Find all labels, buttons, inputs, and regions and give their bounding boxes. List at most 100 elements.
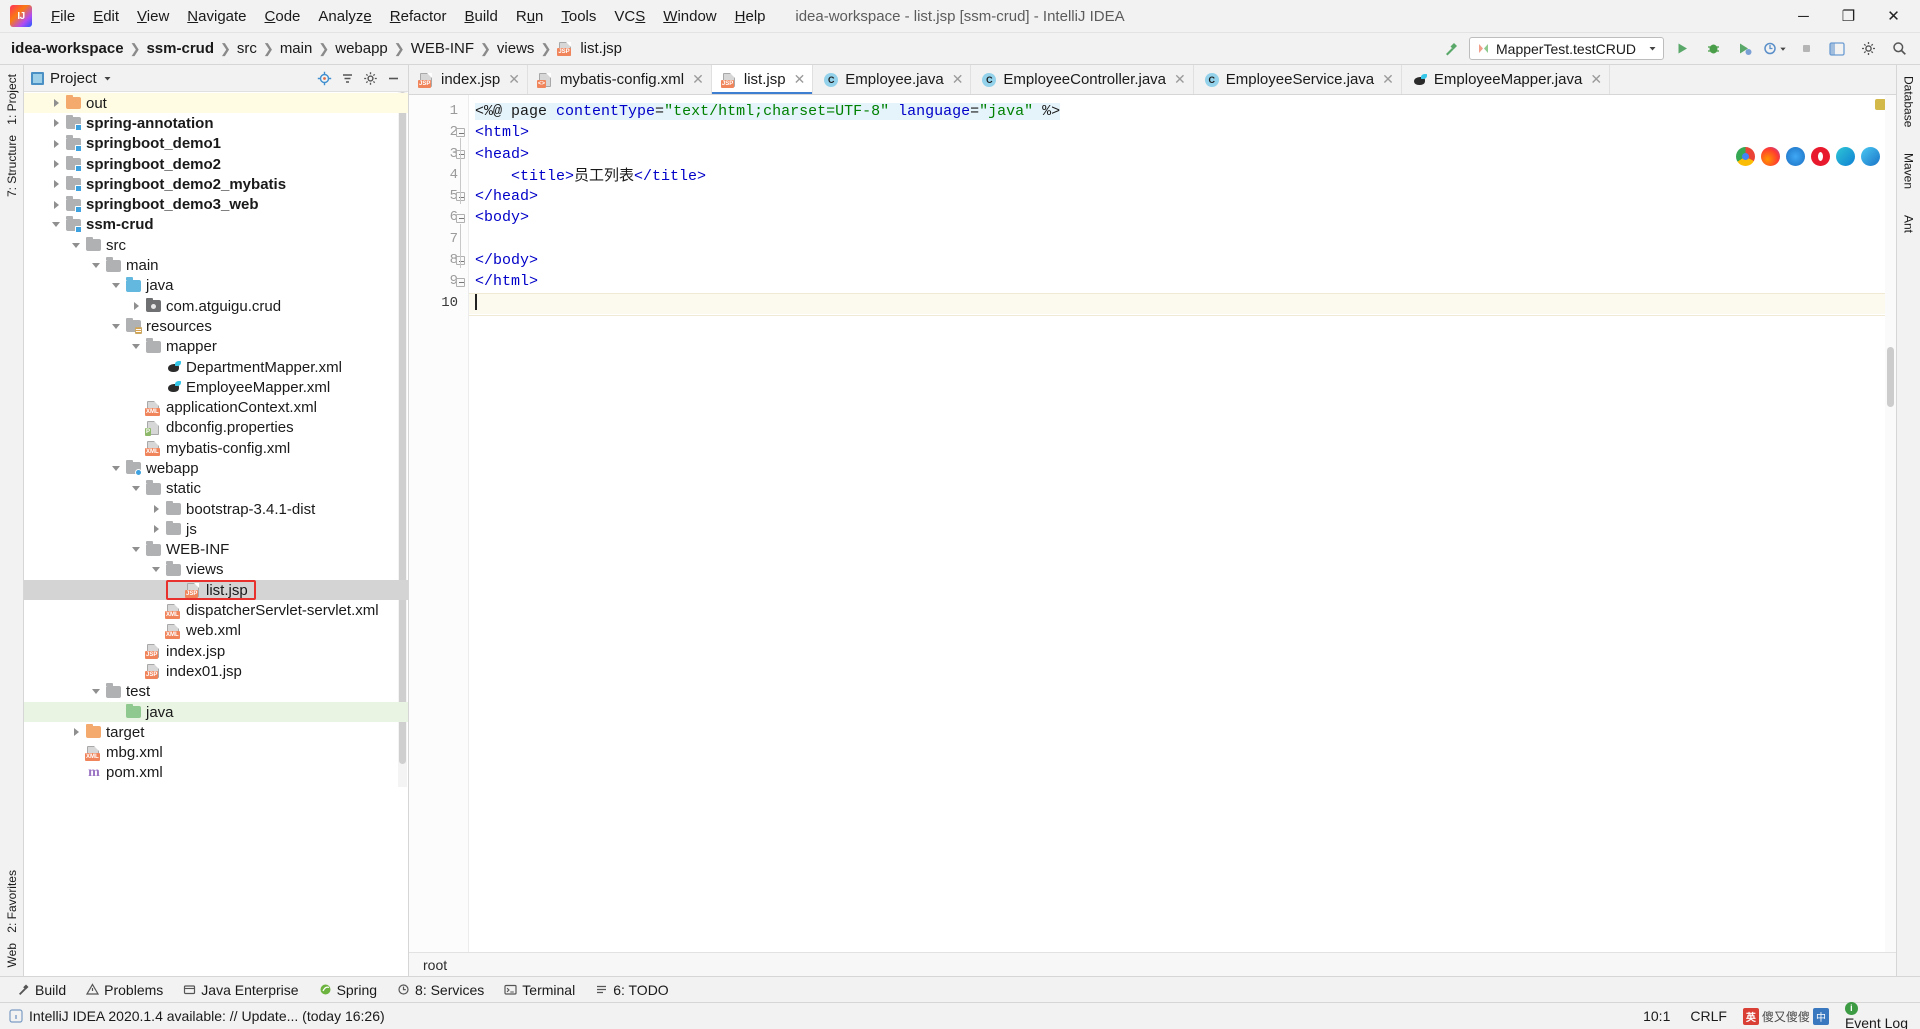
tree-expand-arrow-icon[interactable]: [110, 320, 123, 333]
tree-node-webapp[interactable]: webapp: [24, 458, 408, 478]
code-fold-toggle[interactable]: [454, 271, 467, 292]
tree-node-springboot_demo2_mybatis[interactable]: springboot_demo2_mybatis: [24, 174, 408, 194]
editor-tab-employeecontroller-java[interactable]: C EmployeeController.java ✕: [971, 65, 1194, 94]
menu-item-window[interactable]: Window: [654, 5, 725, 28]
editor-scrollbar-thumb[interactable]: [1887, 347, 1894, 407]
tree-node-departmentmapper-xml[interactable]: DepartmentMapper.xml: [24, 357, 408, 377]
tree-node-spring-annotation[interactable]: spring-annotation: [24, 113, 408, 133]
tree-expand-arrow-icon[interactable]: [150, 563, 163, 576]
tool-window-java-enterprise[interactable]: Java Enterprise: [174, 980, 307, 1000]
tree-node-dbconfig-properties[interactable]: Pdbconfig.properties: [24, 418, 408, 438]
tree-expand-arrow-icon[interactable]: [50, 117, 63, 130]
editor-tab-employee-java[interactable]: C Employee.java ✕: [813, 65, 972, 94]
close-tab-icon[interactable]: ✕: [794, 71, 806, 88]
debug-button[interactable]: [1700, 37, 1726, 61]
tree-node-test[interactable]: test: [24, 682, 408, 702]
opera-icon[interactable]: [1811, 147, 1830, 166]
menu-item-navigate[interactable]: Navigate: [178, 5, 255, 28]
editor-tab-mybatis-config-xml[interactable]: <> mybatis-config.xml ✕: [528, 65, 712, 94]
breadcrumb-item-src[interactable]: src: [234, 39, 260, 58]
tree-node-ssm-crud[interactable]: ssm-crud: [24, 215, 408, 235]
tree-node-dispatcherservlet-servlet-xml[interactable]: XML dispatcherServlet-servlet.xml: [24, 600, 408, 620]
tool-tab-web[interactable]: Web: [3, 938, 21, 972]
close-tab-icon[interactable]: ✕: [952, 71, 964, 88]
tree-node-employeemapper-xml[interactable]: EmployeeMapper.xml: [24, 377, 408, 397]
tree-expand-arrow-icon[interactable]: [90, 259, 103, 272]
menu-item-edit[interactable]: Edit: [84, 5, 128, 28]
breadcrumb-item-views[interactable]: views: [494, 39, 538, 58]
close-button[interactable]: ✕: [1871, 0, 1916, 32]
locate-icon[interactable]: [314, 68, 335, 89]
tree-node-list-jsp[interactable]: JSP list.jsp: [24, 580, 408, 601]
collapse-all-icon[interactable]: [337, 68, 358, 89]
tree-node-applicationcontext-xml[interactable]: XML applicationContext.xml: [24, 397, 408, 417]
tree-node-out[interactable]: out: [24, 93, 408, 114]
tree-expand-arrow-icon[interactable]: [150, 523, 163, 536]
menu-item-file[interactable]: File: [42, 5, 84, 28]
breadcrumb-item-webapp[interactable]: webapp: [332, 39, 391, 58]
tree-node-springboot_demo3_web[interactable]: springboot_demo3_web: [24, 194, 408, 214]
run-configuration-selector[interactable]: MapperTest.testCRUD: [1469, 37, 1664, 60]
gear-icon[interactable]: [360, 68, 381, 89]
tree-expand-arrow-icon[interactable]: [130, 543, 143, 556]
close-tab-icon[interactable]: ✕: [508, 71, 520, 88]
maximize-button[interactable]: ❐: [1826, 0, 1871, 32]
tree-node-index-jsp[interactable]: JSP index.jsp: [24, 641, 408, 661]
tree-node-java[interactable]: java: [24, 276, 408, 296]
fold-column[interactable]: [454, 101, 467, 314]
tool-tab-project[interactable]: 1: Project: [3, 69, 21, 130]
settings-icon[interactable]: [1855, 37, 1881, 61]
close-tab-icon[interactable]: ✕: [1382, 71, 1394, 88]
tree-expand-arrow-icon[interactable]: [90, 685, 103, 698]
tree-node-web-xml[interactable]: XML web.xml: [24, 621, 408, 641]
tree-node-java[interactable]: java: [24, 701, 408, 723]
breadcrumb-item-list-jsp[interactable]: JSP list.jsp: [554, 39, 625, 58]
close-tab-icon[interactable]: ✕: [692, 71, 704, 88]
tree-node-target[interactable]: target: [24, 722, 408, 742]
tree-node-pom-xml[interactable]: m pom.xml: [24, 763, 408, 783]
menu-item-help[interactable]: Help: [726, 5, 775, 28]
search-everywhere-icon[interactable]: [1886, 37, 1912, 61]
menu-item-vcs[interactable]: VCS: [605, 5, 654, 28]
build-hammer-icon[interactable]: [1438, 37, 1464, 61]
status-message-group[interactable]: IntelliJ IDEA 2020.1.4 available: // Upd…: [8, 1008, 385, 1024]
ie-icon[interactable]: [1786, 147, 1805, 166]
firefox-icon[interactable]: [1761, 147, 1780, 166]
tool-tab-ant[interactable]: Ant: [1900, 210, 1918, 238]
editor-scrollbar[interactable]: [1885, 95, 1896, 952]
stop-button[interactable]: [1793, 37, 1819, 61]
tree-expand-arrow-icon[interactable]: [50, 218, 63, 231]
tool-tab-maven[interactable]: Maven: [1900, 148, 1918, 194]
editor-tab-list-jsp[interactable]: JSP list.jsp ✕: [711, 65, 814, 94]
tool-tab-database[interactable]: Database: [1900, 71, 1918, 132]
tree-expand-arrow-icon[interactable]: [70, 726, 83, 739]
tool-tab-favorites[interactable]: 2: Favorites: [3, 865, 21, 938]
tree-expand-arrow-icon[interactable]: [70, 239, 83, 252]
code-editor[interactable]: 1 2 3 4 5 6 7 8 9 10 <%@ page contentType="text/h…: [409, 95, 1896, 952]
close-tab-icon[interactable]: ✕: [1174, 71, 1186, 88]
tool-window-build[interactable]: Build: [8, 980, 75, 1000]
close-tab-icon[interactable]: ✕: [1590, 71, 1602, 88]
tree-node-mapper[interactable]: mapper: [24, 337, 408, 357]
tree-expand-arrow-icon[interactable]: [110, 279, 123, 292]
menu-item-view[interactable]: View: [128, 5, 178, 28]
project-panel-title-group[interactable]: Project: [31, 70, 112, 87]
tree-expand-arrow-icon[interactable]: [50, 158, 63, 171]
tree-node-springboot_demo2[interactable]: springboot_demo2: [24, 154, 408, 174]
layout-icon[interactable]: [1824, 37, 1850, 61]
tool-window-terminal[interactable]: Terminal: [495, 980, 584, 1000]
tree-node-bootstrap-3-4-1-dist[interactable]: bootstrap-3.4.1-dist: [24, 499, 408, 519]
line-separator[interactable]: CRLF: [1686, 1006, 1731, 1026]
tree-node-src[interactable]: src: [24, 235, 408, 255]
tree-expand-arrow-icon[interactable]: [150, 503, 163, 516]
tree-expand-arrow-icon[interactable]: [130, 340, 143, 353]
project-tree[interactable]: out spring-annotation springboot_demo1 spri…: [24, 92, 408, 976]
menu-item-code[interactable]: Code: [256, 5, 310, 28]
tool-window-6--todo[interactable]: 6: TODO: [586, 980, 678, 1000]
run-button[interactable]: [1669, 37, 1695, 61]
editor-tab-employeeservice-java[interactable]: C EmployeeService.java ✕: [1194, 65, 1402, 94]
breadcrumb-item-web-inf[interactable]: WEB-INF: [408, 39, 477, 58]
menu-item-tools[interactable]: Tools: [552, 5, 605, 28]
tool-window-spring[interactable]: Spring: [310, 980, 386, 1000]
tree-node-main[interactable]: main: [24, 255, 408, 275]
